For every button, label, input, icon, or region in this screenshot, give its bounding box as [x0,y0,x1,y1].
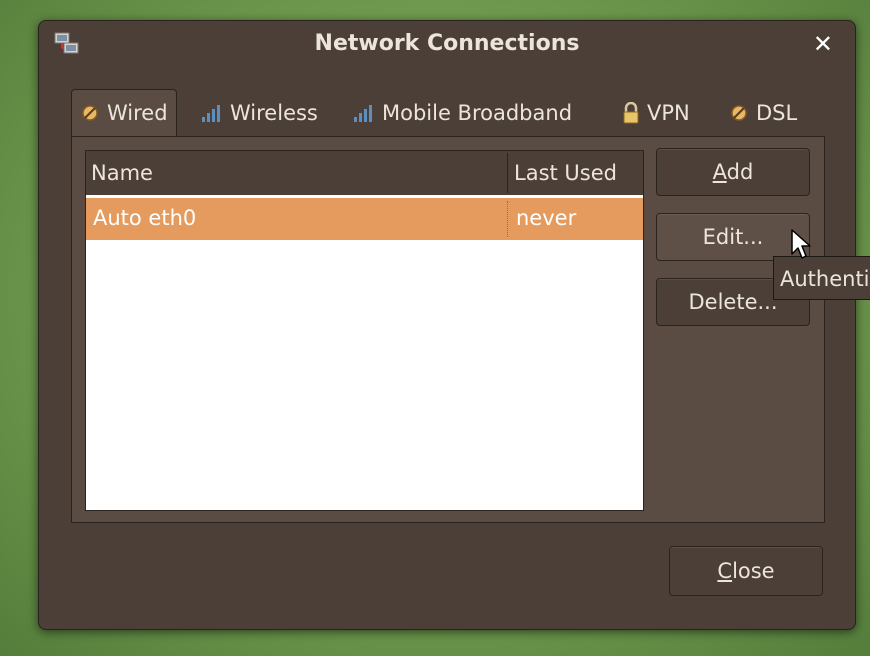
cell-divider [507,201,508,237]
connection-last-used: never [516,206,577,230]
mouse-pointer-icon [791,229,811,259]
authenticate-tooltip: Authenticate [773,256,870,300]
titlebar[interactable]: Network Connections ✕ [39,21,855,71]
column-header-name[interactable]: Name [91,161,153,185]
window-close-icon[interactable]: ✕ [813,30,833,58]
dsl-icon [729,103,749,123]
network-connections-window: Network Connections ✕ Wired Wireless Mob… [38,20,856,630]
wired-icon [80,103,100,123]
tab-wireless[interactable]: Wireless [201,91,318,135]
tab-label: Mobile Broadband [382,101,573,125]
tab-vpn[interactable]: VPN [622,91,690,135]
tab-dsl[interactable]: DSL [729,91,797,135]
tab-mobile-broadband[interactable]: Mobile Broadband [353,91,572,135]
connection-name: Auto eth0 [93,206,197,230]
connections-list[interactable]: Name Last Used Auto eth0 never [85,150,644,511]
mobile-signal-icon [353,103,375,123]
button-label: Edit... [702,225,764,249]
button-label: lose [732,559,775,583]
tab-label: DSL [756,101,798,125]
mnemonic-letter: C [717,559,733,583]
mnemonic-letter: A [712,160,727,184]
column-divider[interactable] [507,153,508,193]
table-row[interactable]: Auto eth0 never [86,198,643,240]
tab-label: Wireless [230,101,318,125]
add-button[interactable]: Add [656,148,810,196]
button-label: dd [726,160,754,184]
wireless-signal-icon [201,103,223,123]
button-label: Delete... [688,290,778,314]
edit-button[interactable]: Edit... [656,213,810,261]
lock-icon [622,102,640,124]
column-header-last-used[interactable]: Last Used [514,161,617,185]
close-button[interactable]: Close [669,546,823,596]
tab-label: VPN [647,101,690,125]
tab-wired[interactable]: Wired [71,89,177,136]
tab-label: Wired [107,101,168,125]
window-title: Network Connections [314,31,580,56]
list-header: Name Last Used [86,151,643,195]
